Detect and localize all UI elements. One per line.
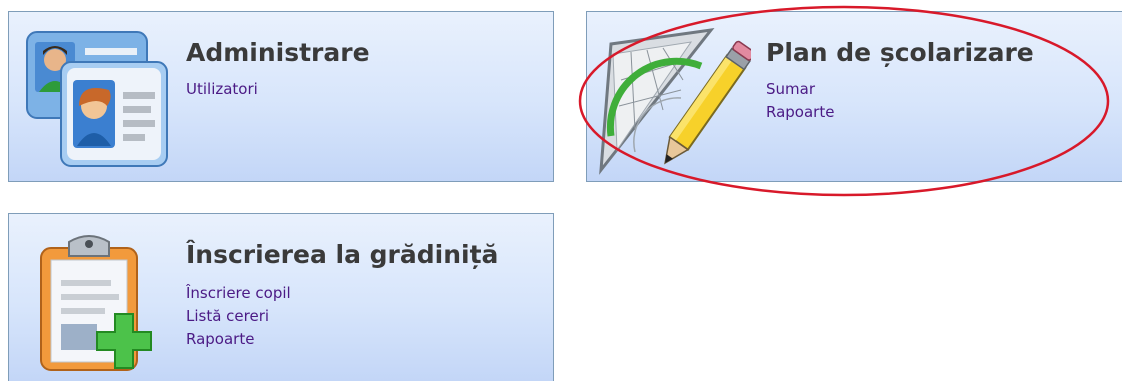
protractor-pencil-icon[interactable] <box>591 20 756 183</box>
link-lista-cereri[interactable]: Listă cereri <box>186 307 269 325</box>
tile-title-administrare: Administrare <box>186 38 370 67</box>
tile-plan-de-scolarizare: Plan de școlarizare Sumar Rapoarte <box>586 11 1122 182</box>
link-rapoarte-inscriere[interactable]: Rapoarte <box>186 330 254 348</box>
link-utilizatori[interactable]: Utilizatori <box>186 80 258 98</box>
tile-links-inscrierea-la-gradinita: Înscriere copil Listă cereri Rapoarte <box>186 284 291 353</box>
link-sumar[interactable]: Sumar <box>766 80 815 98</box>
link-rapoarte-plan[interactable]: Rapoarte <box>766 103 834 121</box>
clipboard-add-icon[interactable] <box>33 228 169 383</box>
tile-title-plan-de-scolarizare: Plan de școlarizare <box>766 38 1034 67</box>
tile-links-administrare: Utilizatori <box>186 80 258 103</box>
tile-inscrierea-la-gradinita: Înscrierea la grădiniță Înscriere copil … <box>8 213 554 381</box>
user-id-cards-icon[interactable] <box>21 26 169 177</box>
tile-title-inscrierea-la-gradinita: Înscrierea la grădiniță <box>186 240 499 269</box>
link-inscriere-copil[interactable]: Înscriere copil <box>186 284 291 302</box>
tile-links-plan-de-scolarizare: Sumar Rapoarte <box>766 80 834 126</box>
tile-administrare: Administrare Utilizatori <box>8 11 554 182</box>
